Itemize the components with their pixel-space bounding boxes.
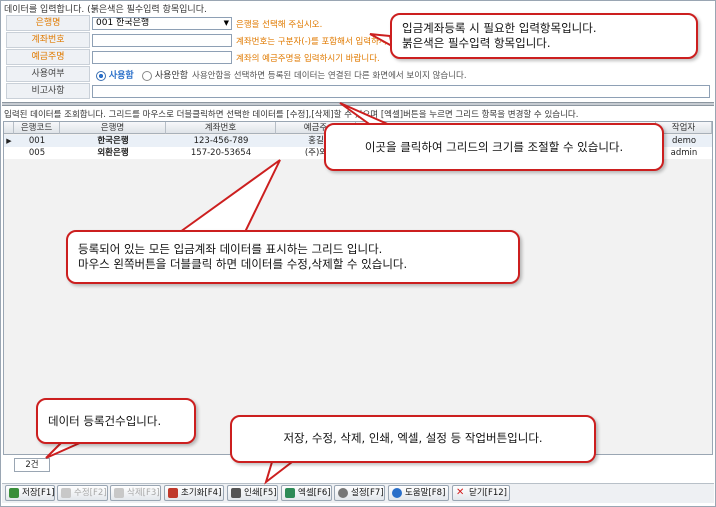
callout-grid: 등록되어 있는 모든 입금계좌 데이터를 표시하는 그리드 입니다. 마우스 왼…	[66, 230, 520, 284]
callout-splitter: 이곳을 클릭하여 그리드의 크기를 조절할 수 있습니다.	[324, 123, 664, 171]
callout-toolbar: 저장, 수정, 삭제, 인쇄, 엑셀, 설정 등 작업버튼입니다.	[230, 415, 596, 463]
callout-tail-required	[369, 33, 394, 48]
callout-tail-count	[45, 441, 83, 459]
callout-record-count: 데이터 등록건수입니다.	[36, 398, 196, 444]
callout-tail-grid	[176, 159, 281, 233]
callout-required-fields: 입금계좌등록 시 필요한 입력항목입니다. 붉은색은 필수입력 항목입니다.	[390, 13, 698, 59]
callout-tail-toolbar	[264, 461, 295, 485]
